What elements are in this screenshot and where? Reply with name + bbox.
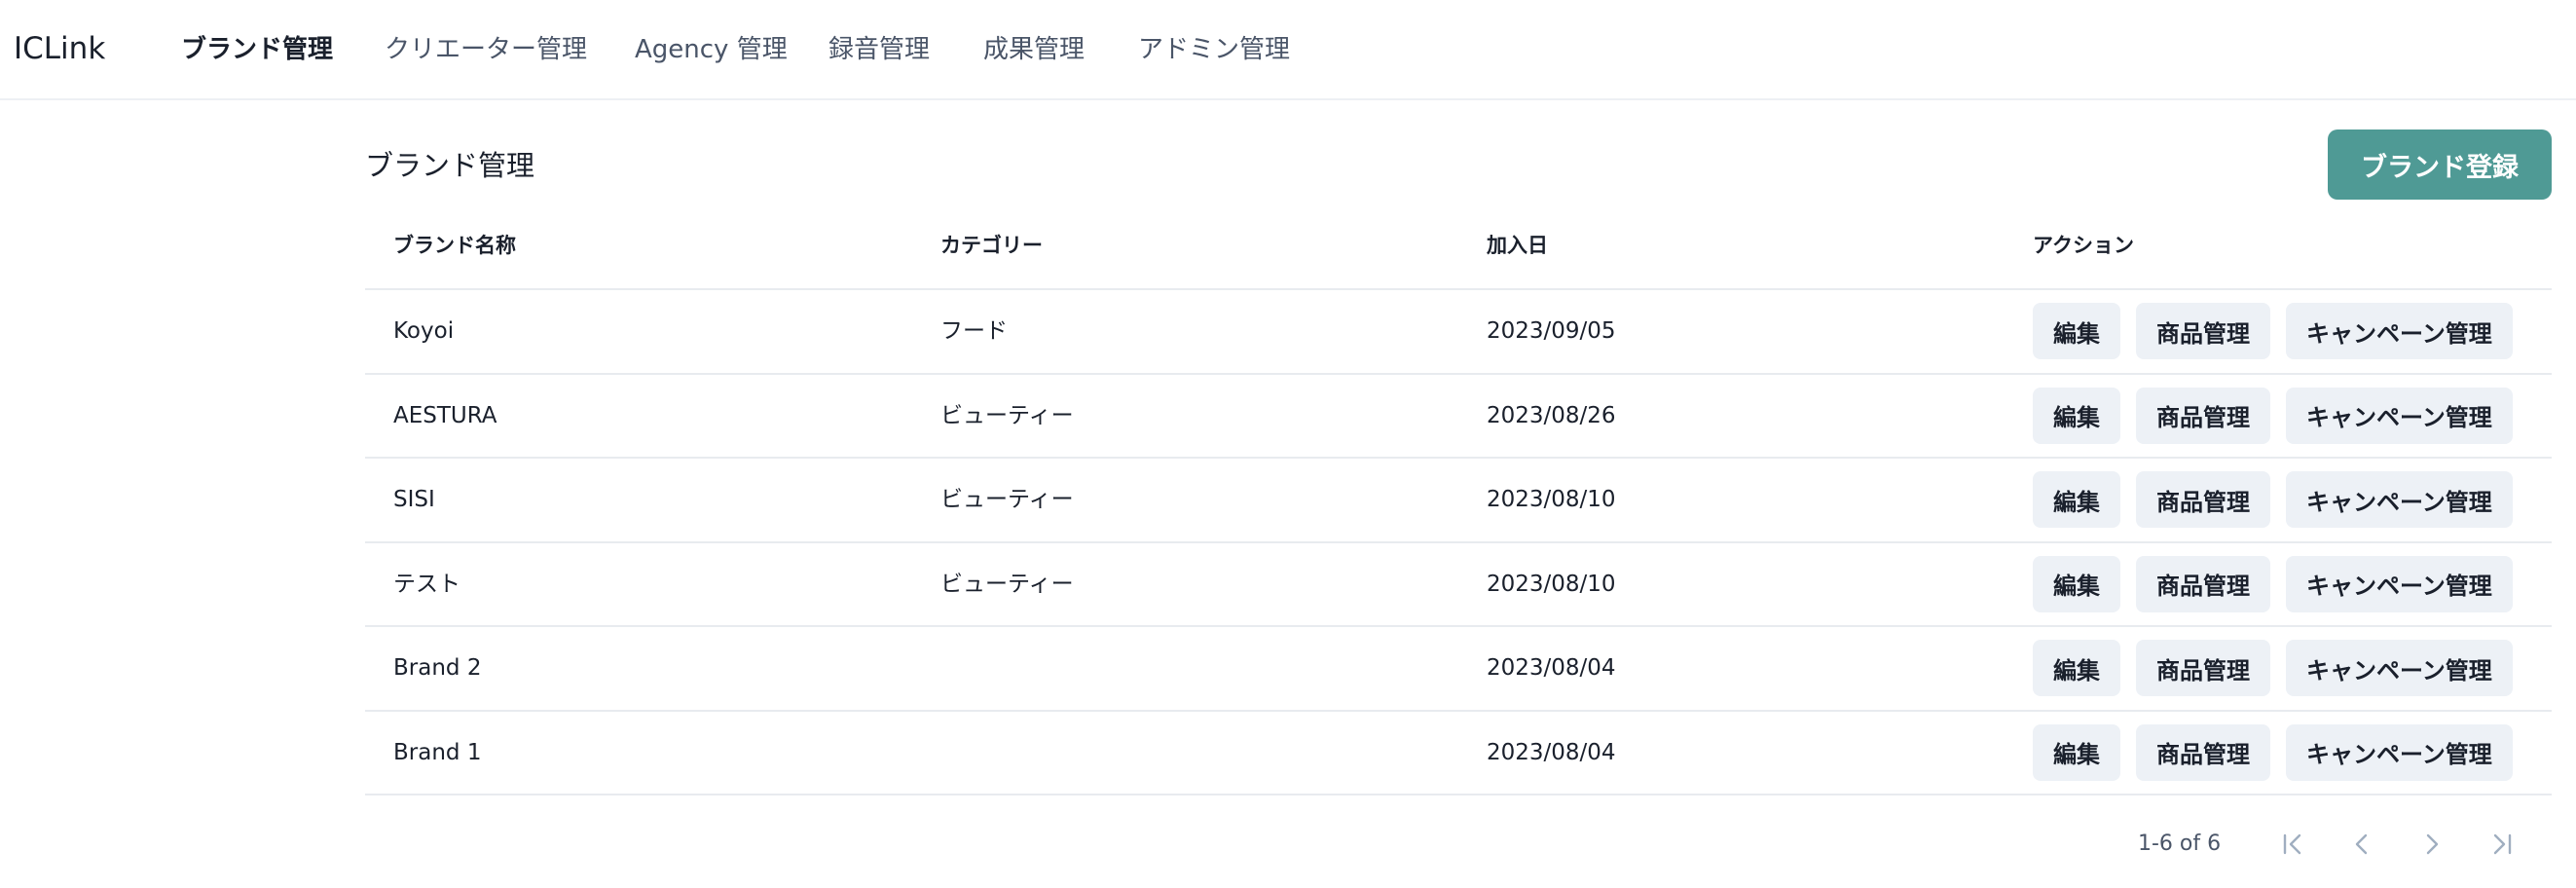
brand-name-cell: Koyoi bbox=[393, 318, 455, 344]
product-management-button[interactable]: 商品管理 bbox=[2136, 303, 2270, 359]
joined-date-cell: 2023/08/10 bbox=[1487, 487, 1616, 512]
joined-date-cell: 2023/09/05 bbox=[1487, 318, 1616, 344]
category-cell: ビューティー bbox=[940, 487, 1074, 512]
column-header-brand-name: ブランド名称 bbox=[393, 234, 516, 257]
product-management-button[interactable]: 商品管理 bbox=[2136, 555, 2270, 612]
column-header-actions: アクション bbox=[2033, 234, 2134, 257]
product-management-button[interactable]: 商品管理 bbox=[2136, 640, 2270, 696]
page-title: ブランド管理 bbox=[365, 149, 535, 182]
next-page-button[interactable] bbox=[2411, 824, 2452, 865]
brand-table: ブランド名称 カテゴリー 加入日 アクション Koyoi フード 2023/09… bbox=[365, 207, 2552, 796]
campaign-management-button[interactable]: キャンペーン管理 bbox=[2286, 387, 2513, 444]
next-page-icon bbox=[2426, 833, 2439, 855]
product-management-button[interactable]: 商品管理 bbox=[2136, 471, 2270, 528]
edit-button[interactable]: 編集 bbox=[2033, 471, 2120, 528]
brand-name-cell: AESTURA bbox=[393, 402, 497, 428]
brand-name-cell: Brand 2 bbox=[393, 655, 482, 681]
joined-date-cell: 2023/08/26 bbox=[1487, 402, 1616, 428]
edit-button[interactable]: 編集 bbox=[2033, 387, 2120, 444]
joined-date-cell: 2023/08/10 bbox=[1487, 571, 1616, 597]
column-header-category: カテゴリー bbox=[940, 234, 1043, 257]
table-row: AESTURA ビューティー 2023/08/26 編集 商品管理 キャンペーン… bbox=[365, 375, 2552, 459]
campaign-management-button[interactable]: キャンペーン管理 bbox=[2286, 303, 2513, 359]
brand-name-cell: テスト bbox=[393, 571, 460, 597]
register-brand-button[interactable]: ブランド登録 bbox=[2328, 130, 2552, 200]
campaign-management-button[interactable]: キャンペーン管理 bbox=[2286, 640, 2513, 696]
row-actions: 編集 商品管理 キャンペーン管理 bbox=[2033, 303, 2513, 359]
brand-name-cell: Brand 1 bbox=[393, 739, 482, 765]
previous-page-button[interactable] bbox=[2341, 824, 2382, 865]
first-page-button[interactable] bbox=[2272, 824, 2313, 865]
product-management-button[interactable]: 商品管理 bbox=[2136, 723, 2270, 781]
nav-item-admin-management[interactable]: アドミン管理 bbox=[1138, 32, 1290, 67]
previous-page-icon bbox=[2355, 833, 2368, 855]
table-row: テスト ビューティー 2023/08/10 編集 商品管理 キャンペーン管理 bbox=[365, 543, 2552, 627]
campaign-management-button[interactable]: キャンペーン管理 bbox=[2286, 723, 2513, 781]
row-actions: 編集 商品管理 キャンペーン管理 bbox=[2033, 471, 2513, 528]
edit-button[interactable]: 編集 bbox=[2033, 640, 2120, 696]
row-actions: 編集 商品管理 キャンペーン管理 bbox=[2033, 640, 2513, 696]
category-cell: フード bbox=[940, 318, 1008, 344]
edit-button[interactable]: 編集 bbox=[2033, 303, 2120, 359]
joined-date-cell: 2023/08/04 bbox=[1487, 739, 1616, 765]
category-cell: ビューティー bbox=[940, 571, 1074, 597]
row-actions: 編集 商品管理 キャンペーン管理 bbox=[2033, 723, 2513, 781]
pagination-info: 1-6 of 6 bbox=[2138, 832, 2222, 856]
edit-button[interactable]: 編集 bbox=[2033, 555, 2120, 612]
table-header: ブランド名称 カテゴリー 加入日 アクション bbox=[365, 207, 2552, 290]
table-row: Brand 1 2023/08/04 編集 商品管理 キャンペーン管理 bbox=[365, 712, 2552, 796]
nav-item-agency-management[interactable]: Agency 管理 bbox=[635, 32, 788, 67]
category-cell: ビューティー bbox=[940, 402, 1074, 428]
table-row: SISI ビューティー 2023/08/10 編集 商品管理 キャンペーン管理 bbox=[365, 459, 2552, 543]
table-row: Brand 2 2023/08/04 編集 商品管理 キャンペーン管理 bbox=[365, 627, 2552, 712]
row-actions: 編集 商品管理 キャンペーン管理 bbox=[2033, 555, 2513, 612]
last-page-icon bbox=[2493, 833, 2512, 855]
row-actions: 編集 商品管理 キャンペーン管理 bbox=[2033, 387, 2513, 444]
campaign-management-button[interactable]: キャンペーン管理 bbox=[2286, 471, 2513, 528]
first-page-icon bbox=[2283, 833, 2301, 855]
last-page-button[interactable] bbox=[2482, 824, 2522, 865]
top-navigation: ICLink ブランド管理 クリエーター管理 Agency 管理 録音管理 成果… bbox=[0, 0, 2576, 100]
nav-item-recording-management[interactable]: 録音管理 bbox=[828, 32, 930, 67]
brand-name-cell: SISI bbox=[393, 487, 435, 512]
column-header-joined-date: 加入日 bbox=[1487, 234, 1548, 257]
nav-item-results-management[interactable]: 成果管理 bbox=[983, 32, 1085, 67]
app-logo[interactable]: ICLink bbox=[14, 29, 105, 68]
campaign-management-button[interactable]: キャンペーン管理 bbox=[2286, 555, 2513, 612]
joined-date-cell: 2023/08/04 bbox=[1487, 655, 1616, 681]
product-management-button[interactable]: 商品管理 bbox=[2136, 387, 2270, 444]
nav-item-creator-management[interactable]: クリエーター管理 bbox=[385, 32, 587, 67]
table-row: Koyoi フード 2023/09/05 編集 商品管理 キャンペーン管理 bbox=[365, 290, 2552, 375]
edit-button[interactable]: 編集 bbox=[2033, 723, 2120, 781]
nav-item-brand-management[interactable]: ブランド管理 bbox=[181, 32, 333, 67]
